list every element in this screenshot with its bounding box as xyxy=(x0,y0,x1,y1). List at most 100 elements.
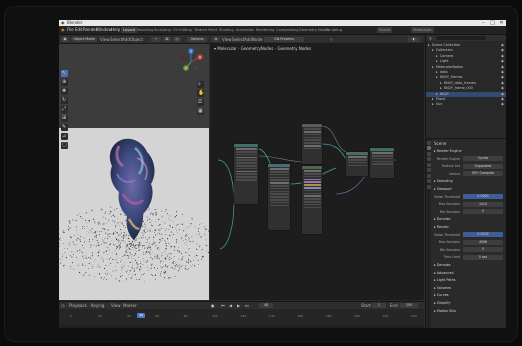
viewport-menu-view[interactable]: View xyxy=(100,37,110,42)
camera-view-icon[interactable]: ⎚ xyxy=(197,99,204,106)
expand-arrow-icon[interactable]: ▸ xyxy=(436,59,438,64)
select-tool-icon[interactable]: ↖ xyxy=(61,70,68,77)
outliner-row[interactable]: ▸ MolecularNodes ◉ xyxy=(426,65,506,70)
outliner-row[interactable]: ▸ Light ◉ xyxy=(426,59,506,64)
outliner[interactable]: ⚲ ▸ Scene Collection ◉ ▸ Collection ◉ ▸ Camera ◉… xyxy=(425,35,506,137)
visibility-eye-icon[interactable]: ◉ xyxy=(501,86,504,91)
expand-arrow-icon[interactable]: ▸ xyxy=(440,86,442,91)
geometry-node-editor[interactable]: ▾ Molecular › GeometryNodes › Geometry N… xyxy=(210,44,424,300)
visibility-eye-icon[interactable]: ◉ xyxy=(501,65,504,70)
node-style-ribbon[interactable] xyxy=(268,164,290,230)
view-layer-selector[interactable]: ViewLayer xyxy=(411,27,434,33)
tab-scripting[interactable]: Scripting xyxy=(324,27,344,33)
node-group-selector[interactable]: GN-Proteins xyxy=(264,36,304,42)
tab-rendering[interactable]: Rendering xyxy=(254,27,276,33)
outliner-search-input[interactable] xyxy=(436,36,486,40)
properties-panel-header[interactable]: ▸ Render xyxy=(434,224,506,230)
properties-panel-header[interactable]: ▸ Viewport xyxy=(434,186,506,192)
outliner-row[interactable]: ▸ 6N2Y_frame_000 ◉ xyxy=(426,86,506,91)
overlay-toggle-icon[interactable]: ◐ xyxy=(408,36,420,42)
outliner-row[interactable]: ▸ 6N2Y ◉ xyxy=(426,91,506,97)
menu-file[interactable]: File xyxy=(67,27,74,33)
pin-icon[interactable]: ⚲ xyxy=(330,37,333,42)
view-layer-tab-icon[interactable] xyxy=(426,157,431,161)
options-button[interactable]: Options xyxy=(187,36,207,42)
menu-window[interactable]: Window xyxy=(96,27,112,33)
object-tab-icon[interactable] xyxy=(426,173,431,178)
zoom-icon[interactable]: ⌕ xyxy=(197,81,204,88)
expand-arrow-icon[interactable]: ▸ xyxy=(436,75,438,80)
visibility-eye-icon[interactable]: ◉ xyxy=(501,92,504,97)
properties-panel-header[interactable]: ▸ Volumes xyxy=(434,285,506,291)
transform-orientation-icon[interactable]: ⊹ xyxy=(151,36,161,42)
expand-arrow-icon[interactable]: ▸ xyxy=(428,43,430,48)
timeline-scrollbar[interactable] xyxy=(59,325,424,328)
properties-panel-header[interactable]: ▸ Denoise xyxy=(434,216,506,222)
menu-help[interactable]: Help xyxy=(111,27,120,33)
tab-uv-editing[interactable]: UV Editing xyxy=(171,27,194,33)
visibility-eye-icon[interactable]: ◉ xyxy=(501,97,504,102)
snap-icon[interactable]: ⌘ xyxy=(163,36,171,42)
rotate-tool-icon[interactable]: ↻ xyxy=(61,97,68,104)
material-tab-icon[interactable] xyxy=(426,184,431,189)
node-join-geometry[interactable] xyxy=(346,152,368,176)
property-value-field[interactable]: 1024 xyxy=(463,201,503,207)
transform-tool-icon[interactable]: ⊞ xyxy=(61,115,68,122)
expand-arrow-icon[interactable]: ▸ xyxy=(436,92,438,97)
timeline[interactable]: ◷ Playback Keying View Marker ● ⏮ ◀ ▶ ⏭ … xyxy=(59,301,424,328)
outliner-row[interactable]: ▸ Scene Collection ◉ xyxy=(426,43,506,48)
scene-selector[interactable]: Scene xyxy=(377,27,392,33)
pan-icon[interactable]: ✋ xyxy=(197,90,204,97)
navigation-gizmo[interactable]: X Y Z xyxy=(177,48,205,78)
properties-panel-header[interactable]: ▸ Motion Blur xyxy=(434,308,506,314)
expand-arrow-icon[interactable]: ▸ xyxy=(440,81,442,86)
annotate-tool-icon[interactable]: ✎ xyxy=(61,124,68,131)
node-group-input[interactable] xyxy=(234,144,258,204)
property-value-field[interactable]: Supported xyxy=(463,163,503,169)
properties-panel-header[interactable]: ▸ Render Engine xyxy=(434,148,506,154)
cursor-tool-icon[interactable]: ⊕ xyxy=(61,79,68,86)
expand-arrow-icon[interactable]: ▸ xyxy=(432,48,434,53)
node-menu-view[interactable]: View xyxy=(222,37,232,42)
visibility-eye-icon[interactable]: ◉ xyxy=(501,54,504,59)
output-tab-icon[interactable] xyxy=(426,151,431,156)
modifier-tab-icon[interactable] xyxy=(426,179,431,183)
expand-arrow-icon[interactable]: ▸ xyxy=(432,102,434,107)
world-tab-icon[interactable] xyxy=(426,168,431,172)
property-value-field[interactable]: Cycles xyxy=(463,156,503,162)
properties-editor[interactable]: Scene ▸ Render Engine Render Engine Cycles… xyxy=(425,138,506,328)
measure-tool-icon[interactable]: ⊿ xyxy=(61,133,68,140)
tab-texture-paint[interactable]: Texture Paint xyxy=(192,27,219,33)
outliner-row[interactable]: ▸ 6N2Y_data_frames ◉ xyxy=(426,81,506,86)
3d-viewport[interactable]: ↖ ⊕ ✥ ↻ ⤢ ⊞ ✎ ⊿ ▢ X Y Z ⌕ ✋ ⎚ ▦ xyxy=(59,44,209,300)
node-menu-select[interactable]: Select xyxy=(232,37,244,42)
properties-panel-header[interactable]: ▸ Simplify xyxy=(434,300,506,306)
mode-selector[interactable]: Object Mode xyxy=(71,36,97,42)
visibility-eye-icon[interactable]: ◉ xyxy=(501,75,504,80)
node-color-common[interactable] xyxy=(302,124,322,164)
properties-panel-header[interactable]: ▸ Denoise xyxy=(434,262,506,268)
proportional-edit-icon[interactable]: ◎ xyxy=(173,36,181,42)
move-tool-icon[interactable]: ✥ xyxy=(61,88,68,95)
property-value-field[interactable]: 0.0100 xyxy=(463,232,503,238)
filter-icon[interactable]: ⚲ xyxy=(429,36,432,41)
viewport-menu-select[interactable]: Select xyxy=(110,37,122,42)
property-value-field[interactable]: 0 xyxy=(463,209,503,215)
outliner-row[interactable]: ▸ Camera ◉ xyxy=(426,54,506,59)
tool-tab-icon[interactable] xyxy=(426,140,431,145)
visibility-eye-icon[interactable]: ◉ xyxy=(501,81,504,86)
expand-arrow-icon[interactable]: ▸ xyxy=(436,70,438,75)
node-editor-type-icon[interactable]: ⧉ xyxy=(212,36,220,42)
property-value-field[interactable]: 0 xyxy=(463,247,503,253)
viewport-menu-object[interactable]: Object xyxy=(130,37,143,42)
tab-sculpting[interactable]: Sculpting xyxy=(152,27,173,33)
properties-panel-header[interactable]: ▸ Light Paths xyxy=(434,277,506,283)
visibility-eye-icon[interactable]: ◉ xyxy=(501,70,504,75)
menu-edit[interactable]: Edit xyxy=(75,27,83,33)
properties-panel-header[interactable]: ▸ Advanced xyxy=(434,270,506,276)
properties-panel-header[interactable]: ▸ Sampling xyxy=(434,178,506,184)
property-value-field[interactable]: 0.1000 xyxy=(463,194,503,200)
expand-arrow-icon[interactable]: ▸ xyxy=(436,54,438,59)
properties-panel-header[interactable]: ▸ Curves xyxy=(434,292,506,298)
blender-menu-icon[interactable]: ◉ xyxy=(61,27,65,33)
